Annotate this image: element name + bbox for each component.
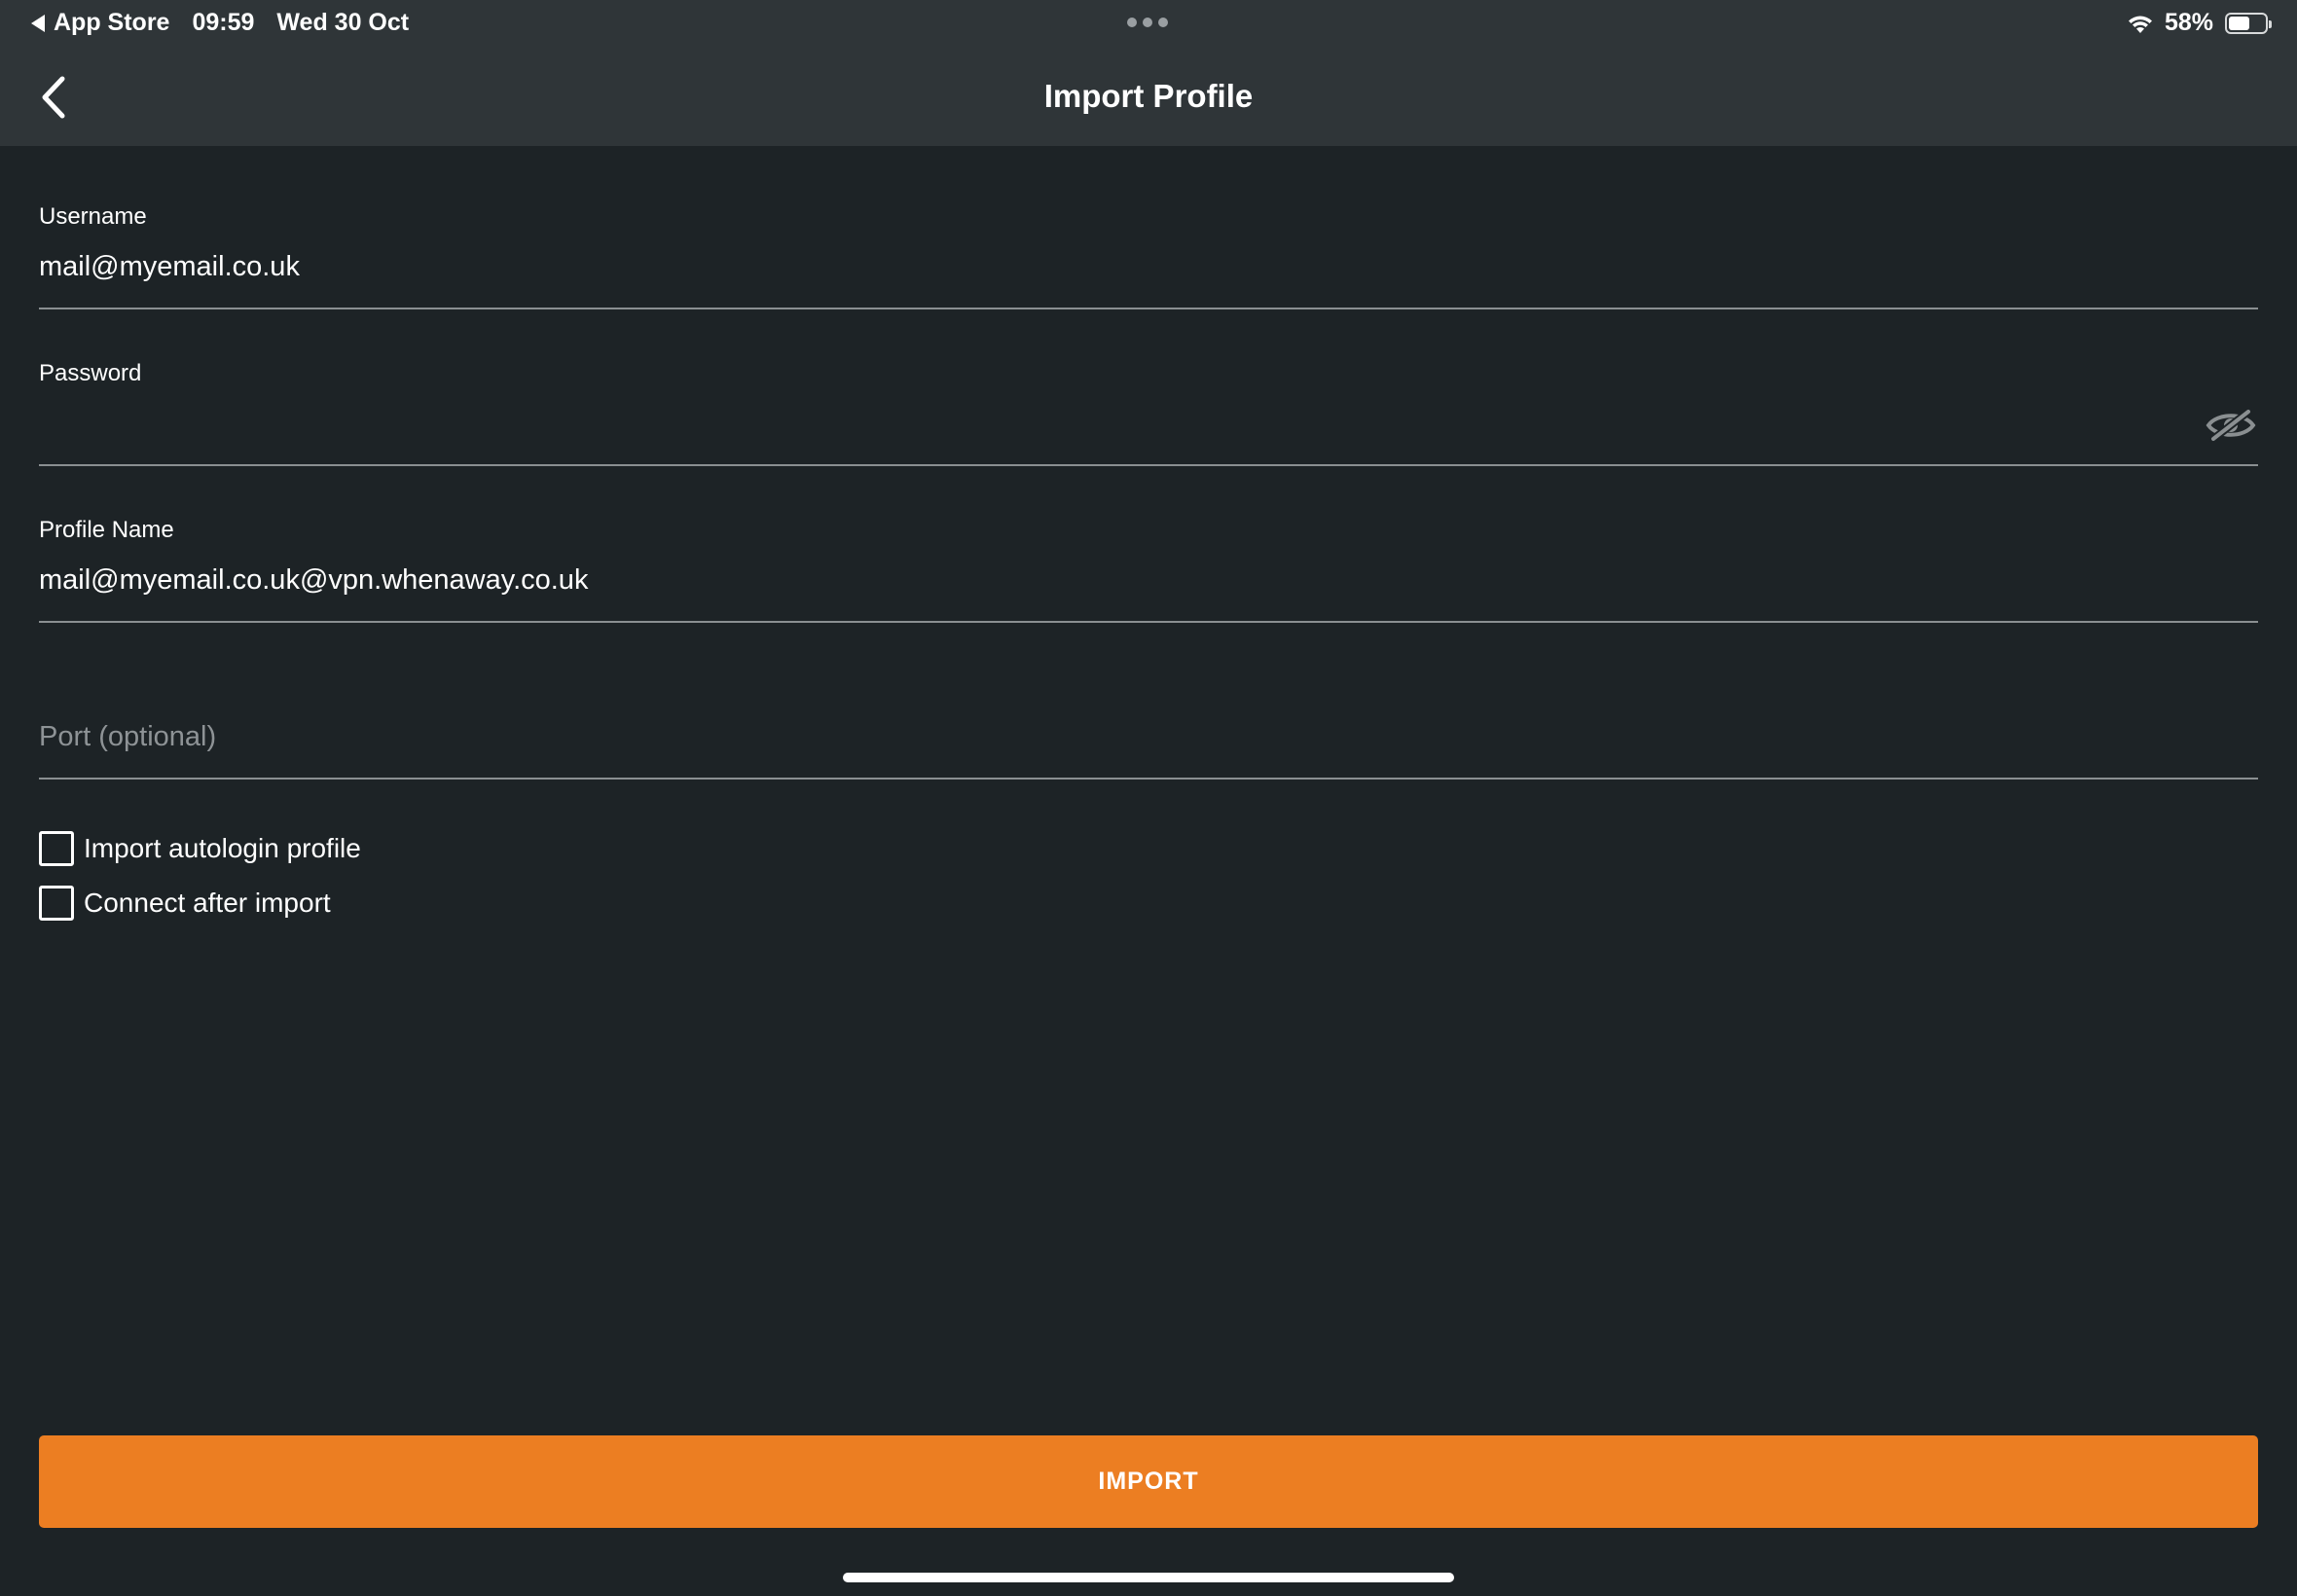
back-triangle-icon[interactable] bbox=[31, 14, 45, 32]
username-label: Username bbox=[39, 203, 147, 230]
profile-name-label: Profile Name bbox=[39, 517, 174, 543]
connect-after-import-label[interactable]: Connect after import bbox=[84, 888, 331, 919]
status-left: App Store 09:59 Wed 30 Oct bbox=[31, 9, 409, 37]
password-label: Password bbox=[39, 360, 142, 386]
status-date: Wed 30 Oct bbox=[276, 9, 410, 36]
page-title: Import Profile bbox=[1043, 78, 1254, 114]
password-field-group: Password bbox=[39, 356, 2258, 468]
wifi-icon bbox=[2128, 16, 2152, 33]
status-time: 09:59 bbox=[192, 9, 255, 36]
port-input[interactable] bbox=[39, 713, 2258, 760]
password-input[interactable] bbox=[39, 400, 2180, 447]
connect-after-import-option[interactable]: Connect after import bbox=[39, 886, 331, 921]
profile-name-underline bbox=[39, 621, 2258, 623]
battery-percent: 58% bbox=[2164, 9, 2213, 36]
username-input[interactable] bbox=[39, 243, 2258, 290]
profile-name-input[interactable] bbox=[39, 557, 2258, 603]
multitasking-dots-icon[interactable] bbox=[1127, 18, 1168, 27]
import-profile-screen: App Store 09:59 Wed 30 Oct 58% Import Pr… bbox=[0, 0, 2297, 1596]
home-indicator[interactable] bbox=[843, 1573, 1454, 1582]
import-autologin-option[interactable]: Import autologin profile bbox=[39, 831, 361, 866]
profile-name-field-group: Profile Name bbox=[39, 513, 2258, 625]
import-button[interactable]: IMPORT bbox=[39, 1435, 2258, 1528]
connect-after-import-checkbox[interactable] bbox=[39, 886, 74, 921]
navigation-bar: Import Profile bbox=[0, 49, 2297, 146]
status-bar: App Store 09:59 Wed 30 Oct 58% bbox=[0, 0, 2297, 49]
battery-fill bbox=[2229, 16, 2249, 30]
battery-icon bbox=[2225, 12, 2272, 34]
back-to-app-label[interactable]: App Store bbox=[54, 9, 169, 37]
username-underline bbox=[39, 308, 2258, 309]
port-underline bbox=[39, 778, 2258, 780]
username-field-group: Username bbox=[39, 200, 2258, 311]
eye-slash-icon[interactable] bbox=[2206, 407, 2256, 444]
import-autologin-label[interactable]: Import autologin profile bbox=[84, 833, 361, 864]
password-underline bbox=[39, 464, 2258, 466]
status-right: 58% bbox=[2126, 9, 2272, 37]
import-autologin-checkbox[interactable] bbox=[39, 831, 74, 866]
port-field-group bbox=[39, 670, 2258, 781]
